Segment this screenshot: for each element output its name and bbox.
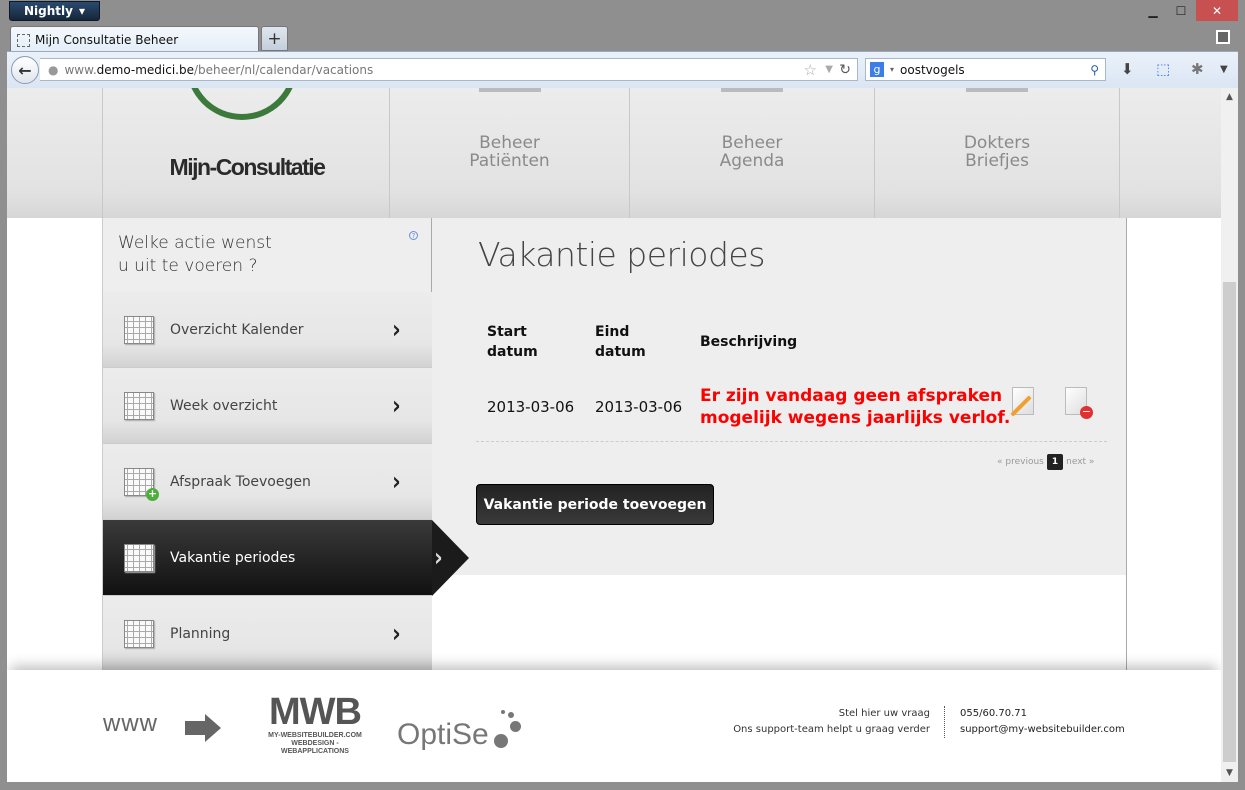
- logo-text: Mijn-Consultatie: [169, 154, 326, 180]
- sidebar-item-week-overzicht[interactable]: Week overzicht ›: [103, 368, 432, 444]
- row-divider: [476, 441, 1107, 442]
- search-input[interactable]: g ▾ oostvogels ⚲: [865, 58, 1106, 81]
- history-dropdown-icon[interactable]: ▼: [825, 64, 833, 75]
- search-icon[interactable]: ⚲: [1090, 63, 1099, 77]
- main-panel: Vakantie periodes Start datum Eind datum B…: [432, 218, 1126, 575]
- nav-beheer-agenda[interactable]: Beheer Agenda: [630, 88, 875, 218]
- scroll-up-icon[interactable]: ▲: [1221, 92, 1238, 102]
- site-logo[interactable]: Mijn-Consultatie: [102, 88, 390, 218]
- nav-label: Dokters: [963, 133, 1031, 153]
- new-tab-button[interactable]: +: [261, 26, 288, 51]
- pager-next[interactable]: next »: [1066, 457, 1094, 467]
- sidebar-item-label: Planning: [170, 625, 231, 642]
- engine-dropdown-icon[interactable]: ▾: [890, 65, 894, 74]
- nav-label: Agenda: [719, 151, 785, 171]
- footer-separator: [944, 706, 945, 738]
- sidebar: Welke actie wenst u uit te voeren ? ? Ove…: [102, 218, 443, 672]
- url-domain: demo-medici.be: [96, 62, 194, 77]
- calendar-icon: [124, 619, 154, 648]
- column-header-end: Eind datum: [595, 324, 646, 360]
- support-text: Stel hier uw vraag Ons support-team helpt…: [733, 708, 930, 735]
- sidebar-item-label: Overzicht Kalender: [170, 321, 304, 338]
- google-icon[interactable]: g: [870, 62, 884, 77]
- firebug-icon[interactable]: ✱: [1191, 60, 1204, 78]
- add-vacation-button[interactable]: Vakantie periode toevoegen: [476, 484, 714, 525]
- browser-tab[interactable]: Mijn Consultatie Beheer: [10, 26, 259, 53]
- nav-dokters-briefjes[interactable]: Dokters Briefjes: [875, 88, 1120, 218]
- scroll-down-icon[interactable]: ▼: [1221, 768, 1238, 778]
- calendar-icon: [124, 543, 154, 572]
- email-link[interactable]: support@my-websitebuilder.com: [960, 722, 1125, 738]
- column-header-start: Start datum: [487, 324, 538, 360]
- sidebar-item-vakantie-periodes[interactable]: Vakantie periodes ›: [103, 520, 443, 596]
- url-prefix: www.: [64, 62, 97, 77]
- optise-logo[interactable]: OptiSe: [397, 710, 521, 752]
- chevron-right-icon: ›: [392, 466, 401, 497]
- pager-previous[interactable]: « previous: [997, 457, 1044, 467]
- sidebar-item-planning[interactable]: Planning ›: [103, 596, 432, 672]
- cell-end-date: 2013-03-06: [595, 398, 683, 416]
- calendar-add-icon: +: [124, 467, 159, 501]
- app-menu-label: Nightly: [24, 4, 73, 18]
- inspect-icon[interactable]: ⬚: [1156, 60, 1170, 78]
- chevron-right-icon: ›: [392, 618, 401, 649]
- logo-circle-icon: [186, 88, 298, 120]
- calendar-icon: [124, 315, 154, 344]
- pagination: « previous 1 next »: [997, 454, 1094, 470]
- sidebar-item-afspraak-toevoegen[interactable]: + Afspraak Toevoegen ›: [103, 444, 432, 520]
- maximize-button[interactable]: ☐: [1168, 0, 1194, 21]
- back-button[interactable]: ←: [11, 56, 39, 84]
- nav-label: Patiënten: [469, 151, 550, 171]
- bookmark-star-icon[interactable]: ☆: [804, 61, 817, 79]
- delete-icon[interactable]: −: [1065, 387, 1093, 419]
- phone: 055/60.70.71: [960, 708, 1027, 719]
- content-border: [1126, 218, 1127, 670]
- nav-beheer-patienten[interactable]: Beheer Patiënten: [390, 88, 630, 218]
- globe-icon: ●: [48, 62, 59, 77]
- download-icon[interactable]: ⬇: [1121, 60, 1134, 78]
- page-icon: [17, 33, 30, 47]
- dropdown-icon: ▾: [78, 4, 85, 18]
- reload-icon[interactable]: ↻: [839, 62, 851, 78]
- search-value: oostvogels: [900, 62, 965, 77]
- chevron-right-icon: ›: [392, 314, 401, 345]
- close-button[interactable]: ✕: [1196, 0, 1238, 21]
- chevron-right-icon: ›: [434, 542, 443, 573]
- page-title: Vakantie periodes: [478, 235, 765, 274]
- chevron-right-icon: ›: [392, 390, 401, 421]
- url-text: www.demo-medici.be/beheer/nl/calendar/va…: [64, 63, 373, 77]
- sidebar-item-label: Vakantie periodes: [170, 549, 296, 566]
- contact-info: 055/60.70.71 support@my-websitebuilder.co…: [960, 706, 1125, 738]
- url-bar[interactable]: ● www.demo-medici.be/beheer/nl/calendar/…: [40, 58, 858, 81]
- toolbar-menu-icon[interactable]: ▼: [1220, 64, 1228, 75]
- tab-title: Mijn Consultatie Beheer: [35, 33, 179, 47]
- tab-groups-icon[interactable]: [1216, 30, 1230, 44]
- web-page: Mijn-Consultatie Beheer Patiënten Beheer A…: [7, 88, 1221, 782]
- cell-start-date: 2013-03-06: [487, 398, 575, 416]
- nav-label: Briefjes: [965, 151, 1029, 171]
- sidebar-item-label: Afspraak Toevoegen: [170, 473, 311, 490]
- mwb-logo[interactable]: MWB MY-WEBSITEBUILDER.COM WEBDESIGN - WEBA…: [262, 692, 368, 756]
- site-header: Mijn-Consultatie Beheer Patiënten Beheer A…: [7, 88, 1221, 218]
- column-header-description: Beschrijving: [700, 334, 798, 350]
- calendar-icon: [124, 391, 154, 420]
- sidebar-item-overzicht-kalender[interactable]: Overzicht Kalender ›: [103, 292, 432, 368]
- sidebar-title: Welke actie wenst u uit te voeren ?: [118, 233, 272, 276]
- help-icon[interactable]: ?: [409, 231, 418, 240]
- sidebar-item-label: Week overzicht: [170, 397, 278, 414]
- nav-label: Beheer: [479, 133, 540, 153]
- scrollbar-thumb[interactable]: [1223, 282, 1236, 762]
- pager-current-page[interactable]: 1: [1046, 454, 1064, 470]
- url-path: /beheer/nl/calendar/vacations: [194, 62, 374, 77]
- minimize-button[interactable]: ▁: [1140, 0, 1166, 21]
- site-footer: www MWB MY-WEBSITEBUILDER.COM WEBDESIGN - …: [7, 670, 1221, 782]
- edit-icon[interactable]: [1012, 387, 1034, 415]
- www-text: www: [103, 710, 158, 737]
- nav-label: Beheer: [721, 133, 783, 153]
- cell-description: Er zijn vandaag geen afspraken mogelijk w…: [700, 386, 1011, 428]
- app-menu-button[interactable]: Nightly ▾: [9, 1, 100, 21]
